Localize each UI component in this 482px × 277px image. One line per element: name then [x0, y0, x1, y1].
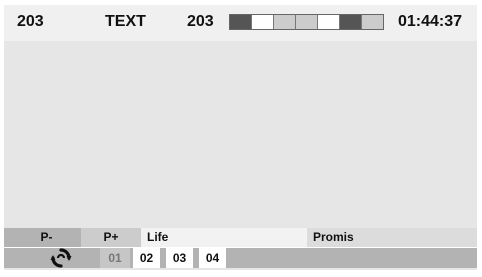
life-link-button[interactable]: Life [141, 228, 307, 247]
indicator-segment [362, 15, 383, 29]
indicator-segment [296, 15, 318, 29]
subpage-row: 01 02 03 04 [4, 248, 477, 268]
subpage-04[interactable]: 04 [196, 248, 226, 268]
rotate-arrows-icon[interactable] [49, 247, 73, 269]
clock: 01:44:37 [398, 13, 463, 30]
indicator-segment [274, 15, 296, 29]
current-page-number: 203 [187, 13, 214, 30]
indicator-segment [230, 15, 252, 29]
page-content-area [4, 41, 477, 228]
previous-page-button[interactable]: P- [4, 228, 81, 247]
indicator-segment [252, 15, 274, 29]
promis-link-button[interactable]: Promis [307, 228, 477, 247]
navigation-button-row: P- P+ Life Promis [4, 228, 477, 247]
subpage-02[interactable]: 02 [130, 248, 160, 268]
subpage-03[interactable]: 03 [163, 248, 193, 268]
teletext-frame: 203 TEXT 203 01:44:37 P- P+ Life Promis [4, 5, 477, 270]
header-bar: 203 TEXT 203 01:44:37 [4, 5, 477, 41]
indicator-segment [318, 15, 340, 29]
page-loading-indicator [229, 14, 384, 30]
next-page-button[interactable]: P+ [81, 228, 141, 247]
subpage-01[interactable]: 01 [100, 248, 130, 268]
teletext-screen: 203 TEXT 203 01:44:37 P- P+ Life Promis [0, 0, 482, 277]
page-number-left: 203 [17, 13, 44, 30]
mode-label: TEXT [105, 13, 146, 30]
indicator-segment [340, 15, 362, 29]
